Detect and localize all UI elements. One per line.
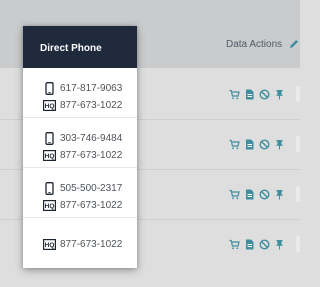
document-icon[interactable] — [244, 89, 255, 100]
direct-phone-header-label: Direct Phone — [40, 42, 102, 54]
svg-text:HQ: HQ — [45, 203, 55, 210]
pin-icon[interactable] — [274, 139, 285, 150]
pencil-icon[interactable] — [288, 37, 300, 55]
hq-phone-icon: HQ — [43, 149, 56, 162]
mobile-phone-icon — [43, 132, 56, 145]
block-icon[interactable] — [259, 139, 270, 150]
add-to-cart-icon[interactable] — [229, 89, 240, 100]
mobile-phone-number[interactable]: 303-746-9484 — [60, 133, 122, 144]
pin-icon[interactable] — [274, 89, 285, 100]
pin-icon[interactable] — [274, 239, 285, 250]
document-icon[interactable] — [244, 189, 255, 200]
direct-phone-cell: HQ 877-673-1022 — [23, 218, 137, 268]
row-actions — [229, 189, 285, 200]
hq-phone-number[interactable]: 877-673-1022 — [60, 239, 122, 250]
block-icon[interactable] — [259, 189, 270, 200]
mobile-phone-icon — [43, 182, 56, 195]
block-icon[interactable] — [259, 89, 270, 100]
add-to-cart-icon[interactable] — [229, 139, 240, 150]
svg-text:HQ: HQ — [45, 242, 55, 249]
direct-phone-cell: 505-500-2317 HQ 877-673-1022 — [23, 168, 137, 218]
svg-text:HQ: HQ — [45, 153, 55, 160]
direct-phone-header[interactable]: Direct Phone — [23, 26, 137, 68]
row-side-control[interactable] — [296, 186, 300, 202]
mobile-phone-line: 303-746-9484 — [43, 132, 122, 145]
direct-phone-cell: 303-746-9484 HQ 877-673-1022 — [23, 118, 137, 168]
block-icon[interactable] — [259, 239, 270, 250]
hq-phone-line: HQ 877-673-1022 — [43, 99, 122, 112]
data-actions-header: Data Actions — [226, 39, 283, 50]
hq-phone-number[interactable]: 877-673-1022 — [60, 150, 122, 161]
mobile-phone-number[interactable]: 505-500-2317 — [60, 183, 122, 194]
row-actions — [229, 139, 285, 150]
row-side-control[interactable] — [296, 136, 300, 152]
hq-phone-icon: HQ — [43, 199, 56, 212]
hq-phone-line: HQ 877-673-1022 — [43, 199, 122, 212]
mobile-phone-number[interactable]: 617-817-9063 — [60, 83, 122, 94]
add-to-cart-icon[interactable] — [229, 239, 240, 250]
hq-phone-line: HQ 877-673-1022 — [43, 238, 122, 251]
hq-phone-number[interactable]: 877-673-1022 — [60, 200, 122, 211]
row-actions — [229, 239, 285, 250]
hq-phone-icon: HQ — [43, 238, 56, 251]
direct-phone-cell: 617-817-9063 HQ 877-673-1022 — [23, 68, 137, 118]
svg-text:HQ: HQ — [45, 103, 55, 110]
add-to-cart-icon[interactable] — [229, 189, 240, 200]
pin-icon[interactable] — [274, 189, 285, 200]
hq-phone-line: HQ 877-673-1022 — [43, 149, 122, 162]
hq-phone-icon: HQ — [43, 99, 56, 112]
document-icon[interactable] — [244, 239, 255, 250]
mobile-phone-line: 505-500-2317 — [43, 182, 122, 195]
data-table-stage: Data Actions Direct Phone 617-817-9063 H… — [0, 0, 300, 287]
direct-phone-column: Direct Phone 617-817-9063 HQ 877-673-102… — [23, 26, 137, 268]
document-icon[interactable] — [244, 139, 255, 150]
row-side-control[interactable] — [296, 86, 300, 102]
hq-phone-number[interactable]: 877-673-1022 — [60, 100, 122, 111]
mobile-phone-icon — [43, 82, 56, 95]
row-actions — [229, 89, 285, 100]
row-side-control[interactable] — [296, 236, 300, 252]
mobile-phone-line: 617-817-9063 — [43, 82, 122, 95]
